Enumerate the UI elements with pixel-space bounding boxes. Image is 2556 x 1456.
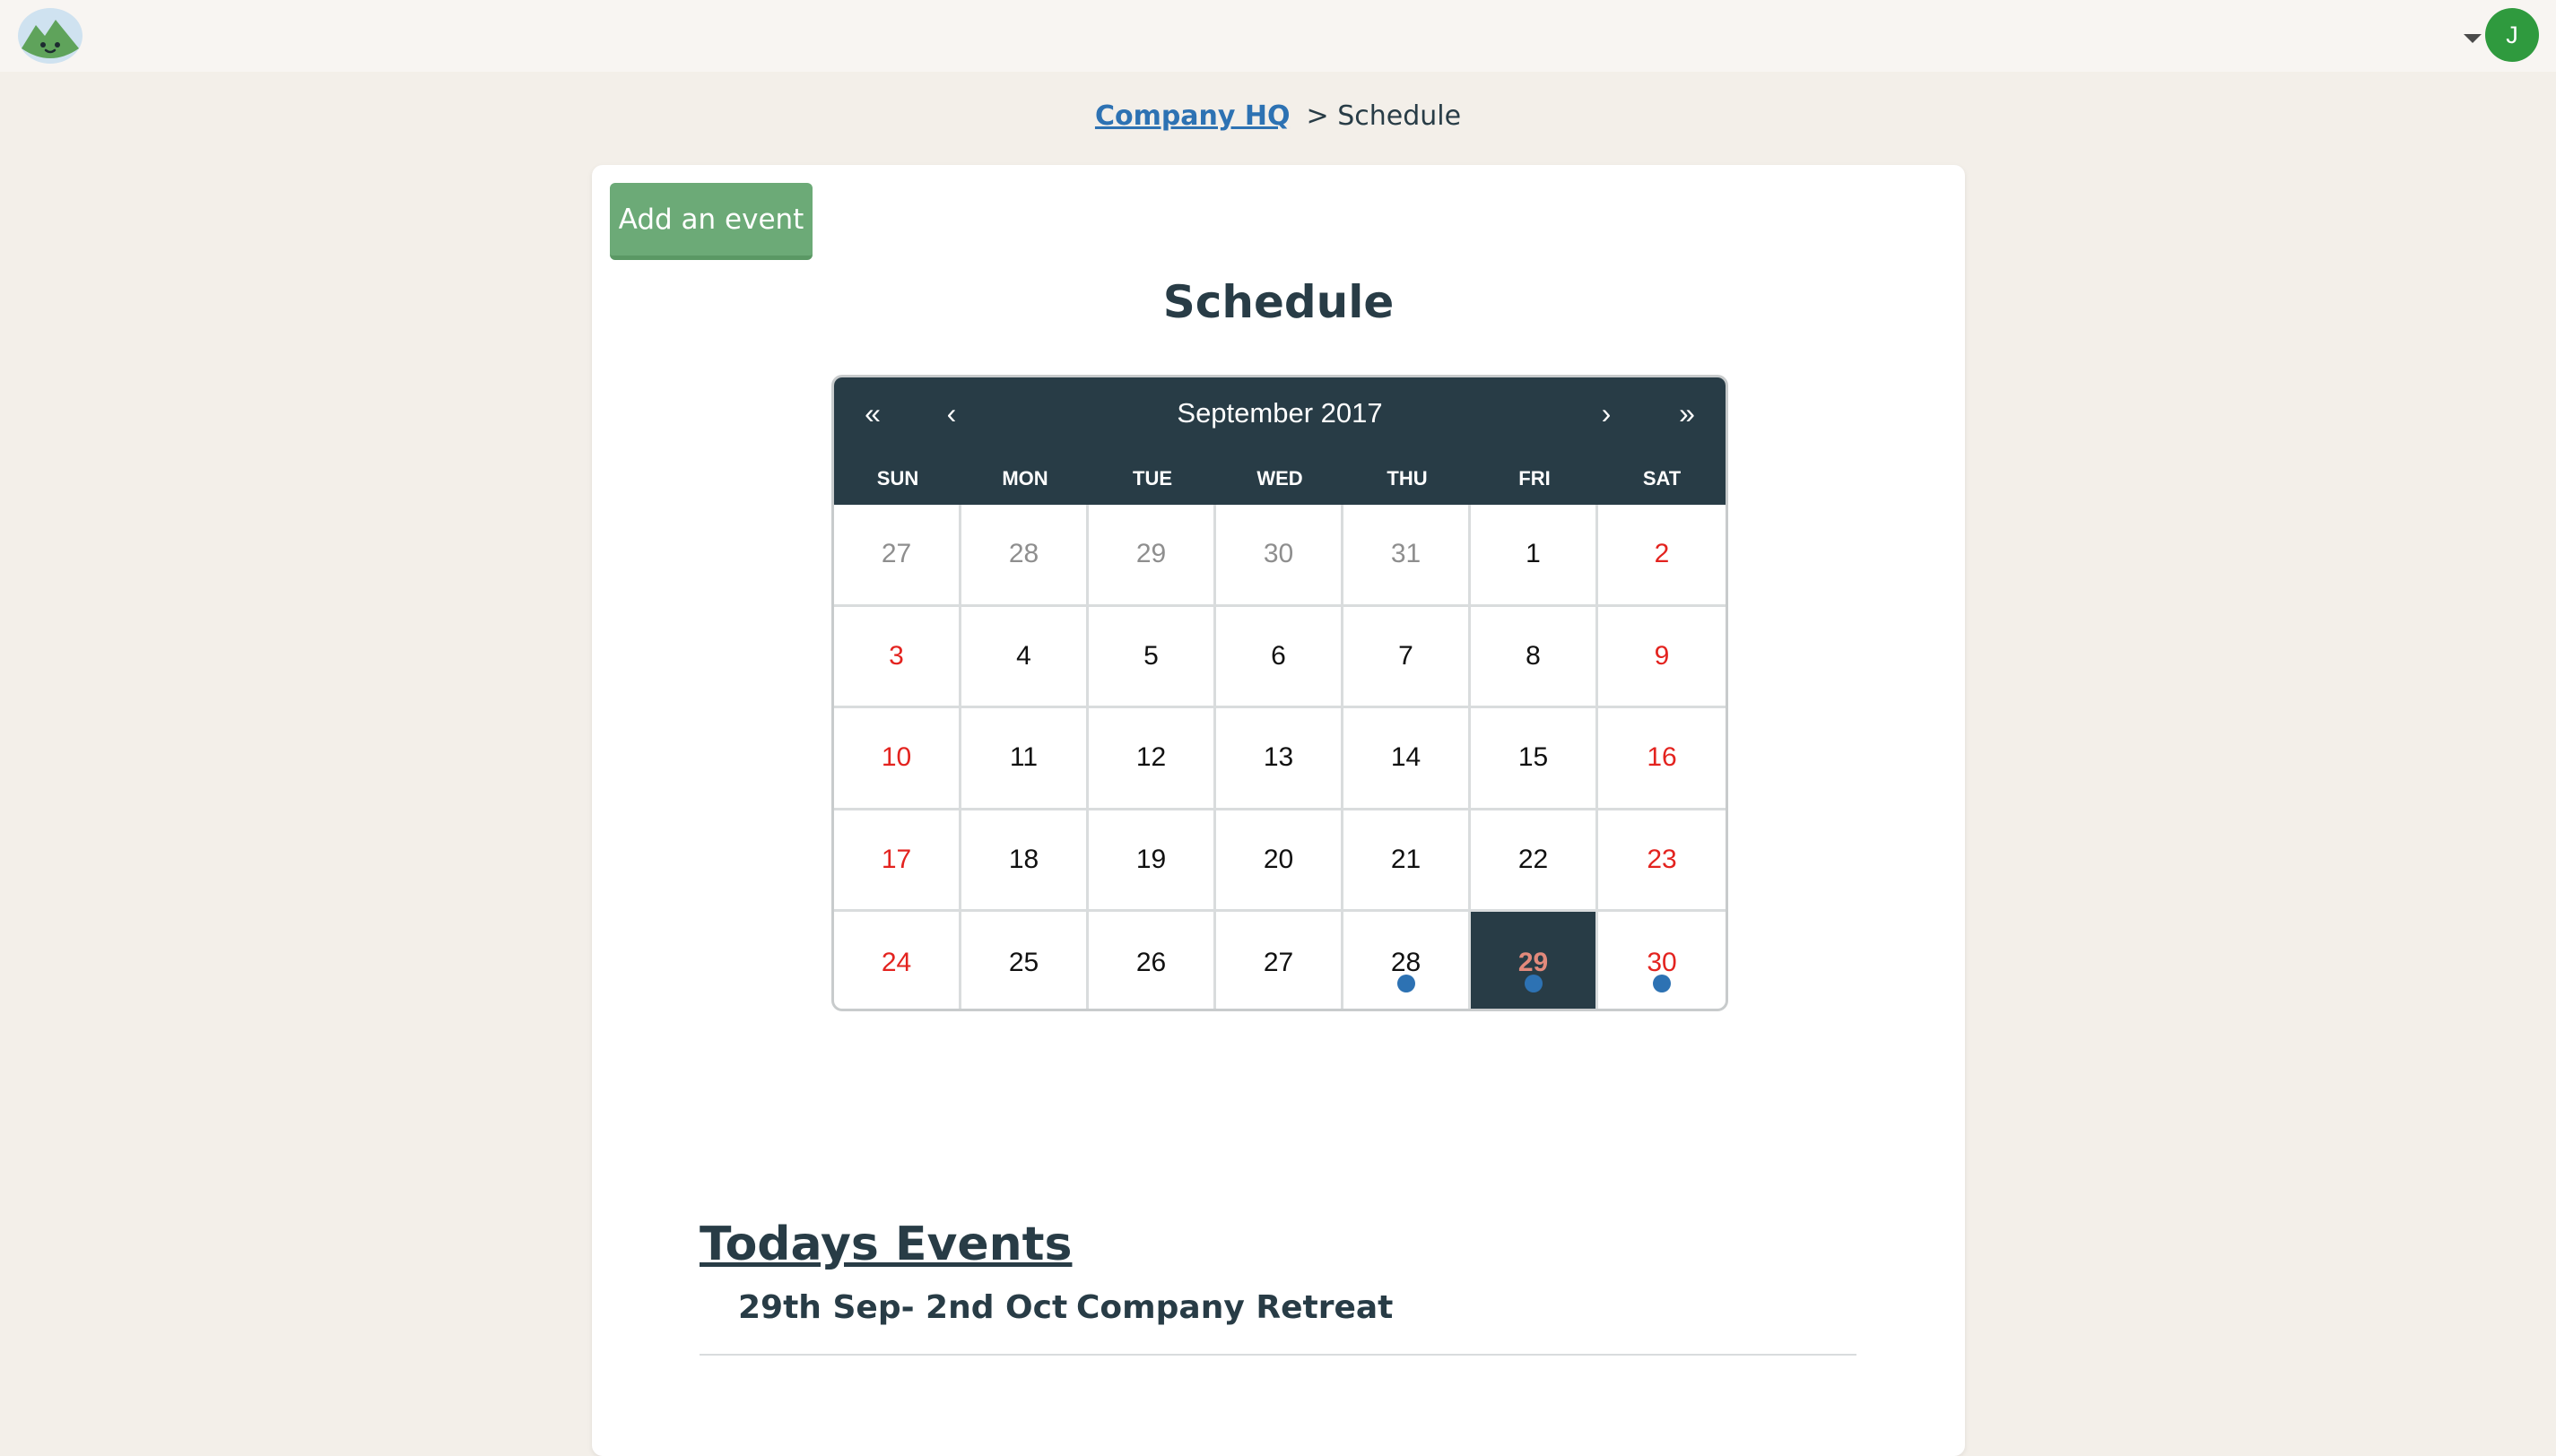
weekday-label: SUN: [876, 467, 919, 490]
calendar-day[interactable]: 14: [1343, 708, 1471, 810]
weekday-label: SAT: [1642, 467, 1682, 490]
calendar-day-number: 8: [1526, 640, 1541, 671]
calendar-day-number: 25: [1008, 948, 1039, 978]
calendar-day-number: 7: [1398, 640, 1413, 671]
calendar-day-number: 10: [881, 742, 912, 773]
weekday-label: FRI: [1518, 467, 1551, 490]
calendar-day[interactable]: 16: [1598, 708, 1726, 810]
weekday-label: THU: [1387, 467, 1428, 490]
page-title: Schedule: [1162, 276, 1395, 328]
calendar-day[interactable]: 4: [961, 606, 1089, 709]
event-indicator-dot-icon: [1653, 974, 1671, 992]
calendar-day-number: 28: [1008, 539, 1039, 569]
calendar-day[interactable]: 28: [961, 505, 1089, 607]
calendar-day-number: 2: [1654, 539, 1670, 569]
calendar-day-number: 27: [881, 539, 912, 569]
avatar[interactable]: J: [2485, 8, 2539, 62]
calendar-day-number: 1: [1526, 539, 1541, 569]
calendar-day-selected[interactable]: 29: [1471, 912, 1598, 1009]
next-year-button[interactable]: »: [1665, 397, 1709, 430]
calendar-day[interactable]: 31: [1343, 505, 1471, 607]
calendar-day-number: 27: [1263, 948, 1294, 978]
calendar-day-number: 17: [881, 845, 912, 875]
calendar-day[interactable]: 15: [1471, 708, 1598, 810]
calendar-day[interactable]: 9: [1598, 607, 1726, 709]
calendar-day[interactable]: 26: [1089, 912, 1216, 1009]
calendar-day[interactable]: 11: [961, 708, 1089, 810]
calendar-day[interactable]: 20: [1216, 810, 1343, 913]
calendar-day-grid: 27 28 29 30 31 1 2 3 4 5 6 7 8 9 10 11 12 13 14 15 16 17 18 19 2…: [834, 505, 1726, 1009]
calendar-day[interactable]: 5: [1089, 606, 1216, 709]
breadcrumb-link-company-hq[interactable]: Company HQ: [1095, 100, 1291, 132]
calendar-day[interactable]: 25: [961, 912, 1089, 1009]
event-indicator-dot-icon: [1396, 974, 1415, 992]
calendar-day-number: 11: [1009, 742, 1039, 773]
schedule-card: Add an event Schedule « ‹ September 2017…: [592, 165, 1965, 1456]
breadcrumb-current: > Schedule: [1306, 100, 1462, 132]
calendar-day-number: 16: [1647, 742, 1677, 773]
calendar-day-number: 19: [1135, 845, 1167, 875]
weekday-label: MON: [1002, 467, 1048, 490]
calendar-day[interactable]: 18: [961, 810, 1089, 913]
calendar-day-number: 26: [1135, 948, 1167, 978]
calendar-day[interactable]: 17: [834, 810, 961, 913]
calendar-day[interactable]: 27: [1216, 912, 1343, 1009]
calendar-day[interactable]: 30: [1598, 912, 1726, 1009]
calendar-day-number: 23: [1647, 845, 1677, 875]
calendar-day[interactable]: 22: [1471, 810, 1598, 913]
event-date: 29th Sep- 2nd Oct: [738, 1289, 1068, 1326]
calendar-day[interactable]: 28: [1343, 912, 1471, 1009]
add-event-button[interactable]: Add an event: [610, 183, 813, 260]
calendar-day-number: 30: [1263, 539, 1294, 569]
calendar-day[interactable]: 3: [834, 606, 961, 709]
weekday-label: TUE: [1133, 467, 1172, 490]
calendar-day-number: 5: [1143, 640, 1159, 671]
calendar-day[interactable]: 6: [1216, 606, 1343, 709]
calendar-day-number: 6: [1271, 640, 1286, 671]
todays-events-heading: Todays Events: [700, 1218, 1073, 1271]
calendar-header: « ‹ September 2017 › » SUN MON TUE WED T…: [834, 377, 1726, 505]
calendar-day[interactable]: 21: [1343, 810, 1471, 913]
weekday-header: SUN MON TUE WED THU FRI SAT: [834, 467, 1726, 505]
calendar-day[interactable]: 30: [1216, 505, 1343, 607]
calendar-day-number: 9: [1654, 640, 1670, 671]
calendar-day[interactable]: 23: [1598, 810, 1726, 913]
calendar-day-number: 12: [1135, 742, 1167, 773]
calendar-day-number: 3: [889, 640, 904, 671]
calendar-day-number: 14: [1390, 742, 1421, 773]
calendar-day[interactable]: 12: [1089, 708, 1216, 810]
breadcrumb: Company HQ > Schedule: [0, 100, 2556, 132]
calendar-day-number: 18: [1008, 845, 1039, 875]
event-list-item[interactable]: 29th Sep- 2nd Oct Company Retreat: [700, 1286, 1856, 1356]
calendar-day[interactable]: 7: [1343, 606, 1471, 709]
calendar-day-number: 4: [1016, 640, 1031, 671]
event-name: Company Retreat: [1076, 1289, 1394, 1326]
account-menu-chevron-icon[interactable]: [2464, 34, 2482, 43]
basecamp-logo-icon[interactable]: [16, 5, 84, 65]
calendar-day[interactable]: 29: [1089, 505, 1216, 607]
weekday-label: WED: [1256, 467, 1303, 490]
calendar-day-number: 20: [1263, 845, 1294, 875]
calendar-day-number: 24: [881, 948, 912, 978]
calendar-day[interactable]: 13: [1216, 708, 1343, 810]
calendar-day[interactable]: 8: [1471, 606, 1598, 709]
next-month-button[interactable]: ›: [1584, 397, 1629, 430]
calendar-day-number: 21: [1390, 845, 1421, 875]
calendar-day-number: 29: [1135, 539, 1167, 569]
calendar-day[interactable]: 19: [1089, 810, 1216, 913]
calendar-day-number: 31: [1390, 539, 1421, 569]
calendar-day-number: 15: [1517, 742, 1549, 773]
calendar-day[interactable]: 24: [834, 912, 961, 1009]
calendar: « ‹ September 2017 › » SUN MON TUE WED T…: [831, 375, 1728, 1011]
top-bar: J: [0, 0, 2556, 72]
calendar-day[interactable]: 2: [1598, 505, 1726, 607]
calendar-day-number: 13: [1263, 742, 1294, 773]
calendar-day[interactable]: 1: [1471, 505, 1598, 607]
calendar-day[interactable]: 27: [834, 505, 961, 607]
event-indicator-dot-icon: [1524, 974, 1543, 992]
calendar-day[interactable]: 10: [834, 708, 961, 810]
calendar-day-number: 22: [1517, 845, 1549, 875]
